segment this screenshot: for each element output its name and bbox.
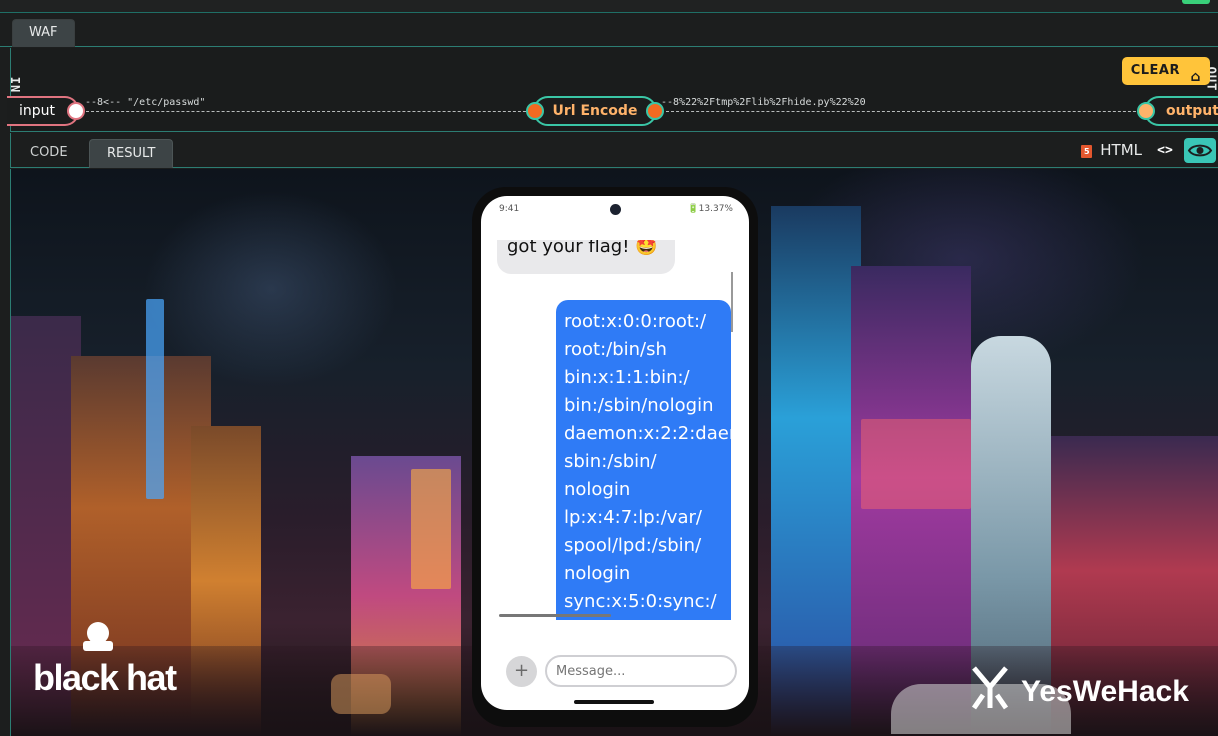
outgoing-message-bubble: root:x:0:0:root:/ root:/bin/sh bin:x:1:1… — [556, 300, 731, 620]
add-attachment-button[interactable]: + — [506, 656, 537, 687]
in-side-label: IN — [8, 76, 23, 94]
home-indicator — [574, 700, 654, 704]
edge-out-label: --8%22%2Ftmp%2Flib%2Fhide.py%22%20 — [661, 97, 866, 108]
format-indicator: 5 HTML — [1081, 141, 1142, 159]
format-label: HTML — [1100, 141, 1142, 159]
status-time: 9:41 — [499, 204, 520, 214]
url-encode-node[interactable]: Url Encode — [526, 96, 664, 126]
incoming-message-bubble: got your flag! 🤩 — [497, 240, 675, 274]
edge-in-label: --8<-- "/etc/passwd" — [85, 97, 206, 108]
edge-encode-to-output — [666, 111, 1146, 112]
yeswehack-logo: YesWeHack — [971, 665, 1189, 711]
bubble-horizontal-scrollbar[interactable] — [499, 614, 611, 617]
battery-status: 🔋13.37% — [687, 204, 733, 214]
tab-waf[interactable]: WAF — [12, 19, 75, 47]
app-root: WAF IN OUT CLEAR ⌂ --8<-- "/etc/passwd" … — [0, 0, 1218, 736]
html5-icon: 5 — [1081, 145, 1093, 158]
result-preview: 9:41 🔋13.37% got your flag! 🤩 root:x:0:0… — [10, 169, 1218, 736]
outgoing-message-text: root:x:0:0:root:/ root:/bin/sh bin:x:1:1… — [564, 311, 731, 612]
preview-toggle[interactable] — [1184, 138, 1216, 163]
url-encode-node-label: Url Encode — [552, 103, 638, 119]
black-hat-logo-text: black hat — [33, 657, 177, 698]
url-encode-in-port[interactable] — [526, 102, 544, 120]
output-node-port[interactable] — [1137, 102, 1155, 120]
camera-dot — [610, 204, 621, 215]
input-node-port[interactable] — [67, 102, 86, 120]
battery-level: 13.37% — [698, 204, 733, 214]
tab-row: WAF — [0, 13, 1218, 47]
output-node[interactable]: output — [1137, 96, 1218, 126]
result-tab-bar: CODE RESULT 5 HTML <> — [10, 133, 1218, 168]
yeswehack-logo-text: YesWeHack — [1021, 675, 1189, 708]
output-node-label: output — [1166, 103, 1218, 119]
black-hat-logo: black hat — [33, 622, 177, 699]
pipeline-canvas: IN OUT CLEAR ⌂ --8<-- "/etc/passwd" --8%… — [7, 48, 1218, 132]
input-node[interactable]: input — [7, 96, 86, 126]
phone-mockup: 9:41 🔋13.37% got your flag! 🤩 root:x:0:0… — [472, 187, 758, 727]
broom-icon: ⌂ — [1190, 69, 1201, 85]
top-corner-button[interactable] — [1182, 0, 1210, 4]
yeswehack-mark-icon — [971, 666, 1009, 710]
tab-result[interactable]: RESULT — [89, 139, 174, 168]
tab-code[interactable]: CODE — [13, 139, 85, 168]
chat-scrollbar[interactable] — [731, 272, 733, 332]
top-bar — [0, 0, 1218, 13]
url-encode-out-port[interactable] — [646, 102, 664, 120]
black-hat-icon — [83, 622, 113, 651]
clear-button[interactable]: CLEAR ⌂ — [1121, 57, 1210, 85]
clear-button-label: CLEAR — [1130, 63, 1180, 78]
message-input[interactable] — [545, 655, 737, 687]
code-view-toggle[interactable]: <> — [1150, 139, 1180, 163]
phone-screen: 9:41 🔋13.37% got your flag! 🤩 root:x:0:0… — [481, 196, 749, 710]
edge-input-to-encode — [86, 111, 536, 112]
eye-icon — [1187, 144, 1213, 157]
input-node-label: input — [19, 103, 56, 119]
